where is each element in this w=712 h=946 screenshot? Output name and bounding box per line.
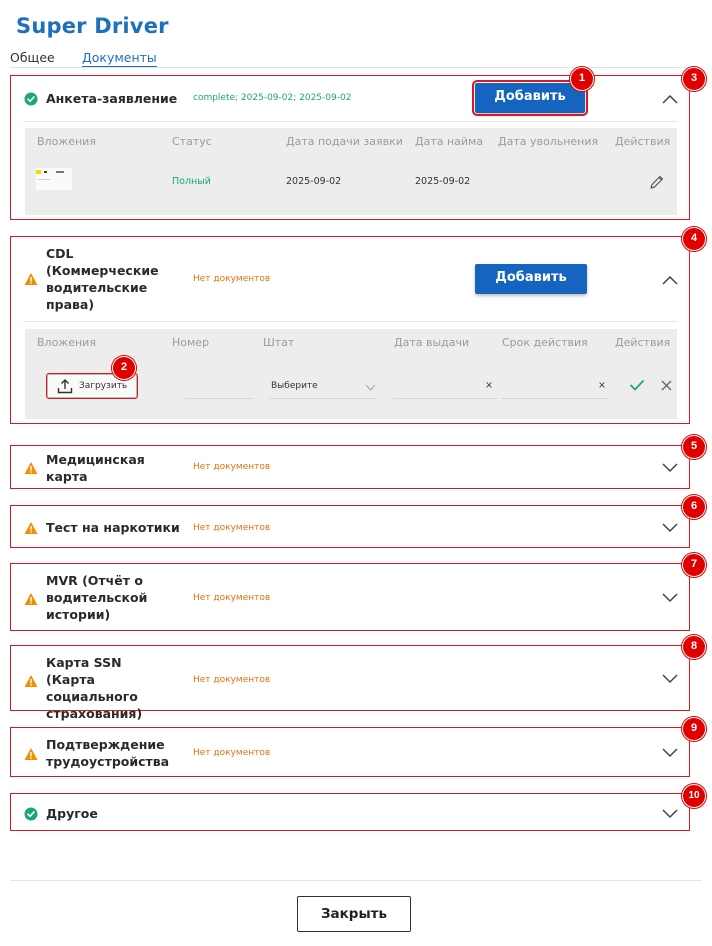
column-header: Дата подачи заявки [286,135,403,148]
marker-badge: 3 [682,67,706,91]
marker-badge: 7 [682,553,706,577]
check-circle-icon [24,92,38,106]
warning-icon [24,593,38,605]
column-header: Статус [172,135,212,148]
number-input[interactable] [185,398,253,399]
pencil-icon[interactable] [649,174,665,190]
section-other[interactable]: Другое [10,793,690,831]
section-status: Нет документов [193,675,271,685]
column-header: Штат [263,336,295,349]
tab-bar: Общее Документы [10,50,690,68]
divider [23,121,677,122]
section-status: Нет документов [193,523,271,533]
chevron-down-icon[interactable] [662,674,678,684]
check-circle-icon [24,807,38,821]
column-header: Вложения [37,336,96,349]
clear-issue-date[interactable]: × [485,380,493,391]
footer-divider [10,880,702,881]
chevron-down-icon[interactable] [662,463,678,473]
state-select-line [269,398,377,399]
divider [23,321,677,322]
section-status: complete; 2025-09-02; 2025-09-02 [193,93,352,103]
column-header: Действия [615,336,671,349]
chevron-up-icon[interactable] [662,94,678,104]
column-header: Дата увольнения [498,135,599,148]
submitted-date: 2025-09-02 [286,176,342,187]
check-icon[interactable] [629,379,645,391]
chevron-down-icon[interactable] [662,593,678,603]
close-icon[interactable] [661,380,672,391]
warning-icon [24,748,38,760]
section-status: Нет документов [193,274,271,284]
section-status: Нет документов [193,748,271,758]
section-status: Нет документов [193,462,271,472]
section-title: MVR (Отчёт о водительской истории) [46,573,148,622]
warning-icon [24,273,38,285]
chevron-down-icon[interactable] [662,809,678,819]
tab-general[interactable]: Общее [10,50,55,65]
page-title: Super Driver [16,14,169,38]
section-title: Анкета-заявление [46,91,178,106]
section-ssn-card[interactable]: Карта SSN (Карта социального страхования… [10,645,690,721]
chevron-up-icon[interactable] [662,275,678,285]
marker-badge: 10 [682,784,706,808]
section-employment-verification[interactable]: Подтверждение трудоустройства Нет докуме… [10,727,690,777]
status-value: Полный [172,176,211,187]
section-title: Подтверждение трудоустройства [46,737,170,769]
marker-badge: 2 [112,356,136,380]
add-button[interactable]: Добавить [472,80,588,116]
state-select[interactable]: Выберите [271,381,318,391]
section-title: Медицинская карта [46,452,145,484]
section-application: Анкета-заявление complete; 2025-09-02; 2… [10,75,690,220]
section-drug-test[interactable]: Тест на наркотики Нет документов [10,505,690,548]
marker-badge: 8 [682,635,706,659]
column-header: Дата выдачи [394,336,470,349]
column-header: Номер [172,336,210,349]
section-title: CDL (Коммерческие водительские права) [46,246,159,312]
column-header: Дата найма [415,135,484,148]
upload-icon [57,379,73,394]
marker-badge: 9 [682,717,706,741]
close-button[interactable]: Закрыть [297,896,411,932]
chevron-down-icon[interactable] [662,523,678,533]
warning-icon [24,675,38,687]
warning-icon [24,462,38,474]
chevron-down-icon[interactable] [662,748,678,758]
add-button[interactable]: Добавить [475,264,587,294]
column-header: Действия [615,135,671,148]
tab-documents[interactable]: Документы [82,50,157,67]
hire-date: 2025-09-02 [415,176,471,187]
section-title: Карта SSN (Карта социального страхования… [46,655,143,721]
documents-table: Вложения Статус Дата подачи заявки Дата … [25,128,677,215]
column-header: Срок действия [502,336,588,349]
issue-date-input[interactable] [393,398,497,399]
upload-label: Загрузить [79,381,128,391]
section-title: Другое [46,806,98,821]
section-cdl: CDL (Коммерческие водительские права) Не… [10,236,690,424]
marker-badge: 6 [682,495,706,519]
warning-icon [24,522,38,534]
attachment-thumbnail[interactable] [36,168,72,190]
marker-badge: 1 [570,67,594,91]
chevron-down-icon[interactable] [365,384,376,391]
section-title: Тест на наркотики [46,520,180,535]
clear-expiry-date[interactable]: × [598,380,606,391]
expiry-date-input[interactable] [501,398,609,399]
section-medical-card[interactable]: Медицинская карта Нет документов [10,445,690,489]
marker-badge: 5 [682,435,706,459]
marker-badge: 4 [682,227,706,251]
section-status: Нет документов [193,593,271,603]
column-header: Вложения [37,135,96,148]
section-mvr[interactable]: MVR (Отчёт о водительской истории) Нет д… [10,563,690,631]
section-header[interactable]: CDL (Коммерческие водительские права) Не… [11,237,689,321]
